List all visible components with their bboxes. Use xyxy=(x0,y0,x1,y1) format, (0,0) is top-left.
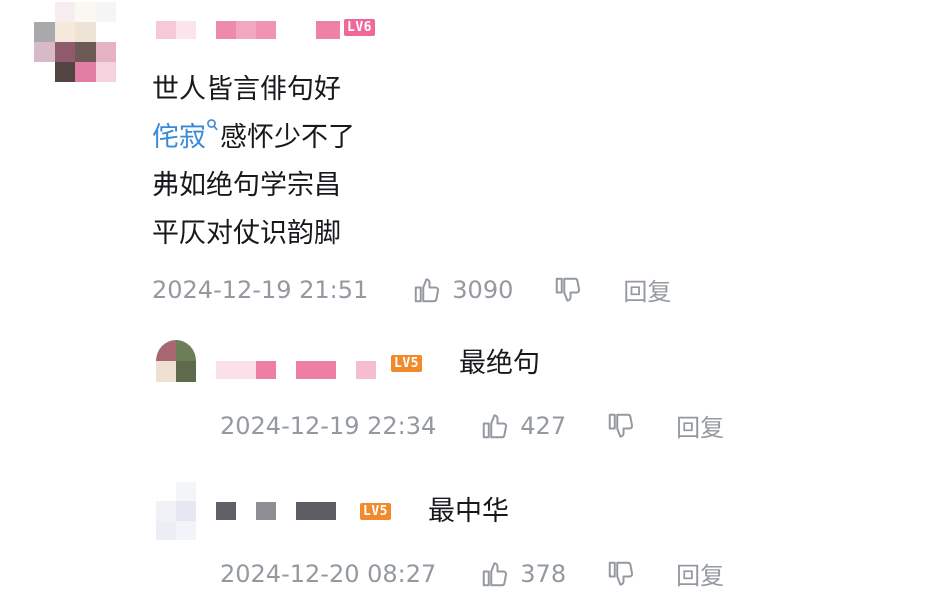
content-line: 平仄对仗识韵脚 xyxy=(152,218,341,249)
dislike-button[interactable] xyxy=(606,559,636,589)
username[interactable] xyxy=(156,21,340,39)
timestamp: 2024-12-19 22:34 xyxy=(220,411,437,440)
thumbs-down-icon xyxy=(556,277,581,302)
username[interactable] xyxy=(216,361,376,379)
reply-content: 最中华 xyxy=(428,496,509,527)
level-badge: LV5 xyxy=(391,355,422,372)
like-button[interactable]: 378 xyxy=(480,559,566,589)
level-badge: LV5 xyxy=(360,503,391,520)
keyword-link[interactable]: 侘寂 xyxy=(152,122,206,153)
thumbs-down-icon xyxy=(608,561,634,586)
username[interactable] xyxy=(216,502,336,520)
reply-meta: 2024-12-20 08:27 378 回复 xyxy=(220,556,724,591)
like-count: 378 xyxy=(520,559,567,588)
like-count: 427 xyxy=(520,411,567,440)
comment-meta: 2024-12-19 21:51 3090 回复 xyxy=(152,272,671,307)
like-button[interactable]: 3090 xyxy=(412,275,513,305)
thumbs-up-icon xyxy=(415,277,440,302)
thumbs-down-icon xyxy=(608,413,634,438)
avatar[interactable] xyxy=(156,340,196,382)
search-icon[interactable] xyxy=(206,118,218,132)
timestamp: 2024-12-20 08:27 xyxy=(220,559,437,588)
dislike-button[interactable] xyxy=(606,411,636,441)
like-count: 3090 xyxy=(452,275,514,304)
avatar[interactable] xyxy=(156,482,196,540)
thumbs-up-icon xyxy=(483,413,508,438)
level-badge: LV6 xyxy=(344,19,375,36)
reply-content: 最绝句 xyxy=(459,348,540,379)
reply-button[interactable]: 回复 xyxy=(676,408,724,443)
timestamp: 2024-12-19 21:51 xyxy=(152,275,369,304)
reply-button[interactable]: 回复 xyxy=(623,272,671,307)
reply-button[interactable]: 回复 xyxy=(676,556,724,591)
content-line: 世人皆言俳句好 xyxy=(152,74,341,105)
content-line-text: 感怀少不了 xyxy=(220,122,355,153)
dislike-button[interactable] xyxy=(553,275,583,305)
avatar[interactable] xyxy=(34,2,116,82)
comment-content: 世人皆言俳句好 侘寂 感怀少不了 弗如绝句学宗昌 平仄对仗识韵脚 xyxy=(152,66,355,258)
content-line-with-keyword: 侘寂 感怀少不了 xyxy=(152,114,355,162)
thumbs-up-icon xyxy=(483,561,508,586)
content-line: 弗如绝句学宗昌 xyxy=(152,170,341,201)
like-button[interactable]: 427 xyxy=(480,411,566,441)
reply-meta: 2024-12-19 22:34 427 回复 xyxy=(220,408,724,443)
